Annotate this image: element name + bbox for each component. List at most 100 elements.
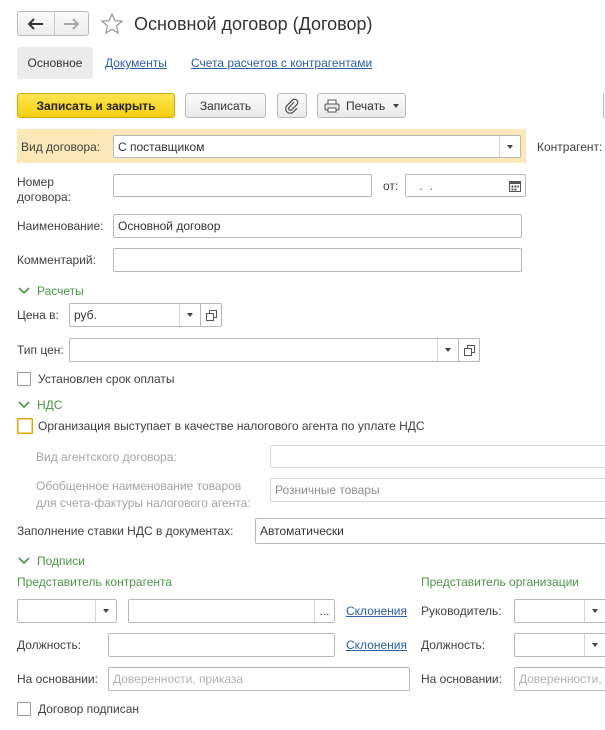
price-in-open-button[interactable] [201,303,222,327]
calendar-icon [509,181,521,192]
page-title: Основной договор (Договор) [134,14,373,34]
price-in-dropdown[interactable] [179,304,200,326]
org-basis-input[interactable]: Доверенности, приказа [514,667,605,691]
name-input[interactable]: Основной договор [113,214,522,238]
open-form-icon [463,344,475,356]
print-label: Печать [346,98,386,113]
counterparty-rep-kind-select[interactable] [17,599,117,623]
save-label: Записать [199,98,252,113]
agent-contract-type-input[interactable] [270,445,605,468]
counterparty-basis-label: На основании: [17,672,98,686]
counterparty-rep-title: Представитель контрагента [17,575,173,589]
price-type-open-button[interactable] [459,338,480,362]
save-button[interactable]: Записать [185,93,266,118]
nav-buttons [17,11,89,36]
agent-contract-type-label: Вид агентского договора: [36,450,177,464]
counterparty-position-input[interactable] [108,633,335,657]
generic-goods-input[interactable]: Розничные товары [270,478,605,502]
chevron-down-icon [103,609,109,613]
tax-agent-checkbox[interactable] [17,418,33,434]
counterparty-rep-kind-dropdown[interactable] [95,600,116,622]
contract-signed-label: Договор подписан [38,702,140,716]
chevron-down-icon [18,401,30,409]
comment-input[interactable] [113,248,522,272]
chevron-down-icon [18,557,30,565]
tab-main-label: Основное [27,56,83,70]
paperclip-icon [285,98,299,114]
tab-documents[interactable]: Документы [105,56,167,70]
name-label: Наименование: [17,219,104,233]
number-label-line1: Номер [17,175,54,189]
settlements-header: Расчеты [37,284,84,298]
org-position-select[interactable] [514,633,605,657]
calendar-button[interactable] [508,179,522,193]
printer-icon [324,99,340,112]
comment-label: Комментарий: [17,253,96,267]
contract-signed-checkbox[interactable] [17,702,31,716]
date-value: . . [416,178,437,193]
org-position-label: Должность: [421,638,486,652]
vat-rate-filling-label: Заполнение ставки НДС в документах: [17,524,234,538]
chevron-down-icon [592,609,598,613]
chevron-down-icon [592,643,598,647]
forward-button[interactable] [54,12,88,35]
counterparty-position-declension-link[interactable]: Склонения [346,638,407,652]
contract-type-label: Вид договора: [21,140,101,154]
chevron-down-icon [445,348,451,352]
chevron-down-icon [187,313,193,317]
vat-section-toggle[interactable]: НДС [17,397,77,413]
vat-header: НДС [37,398,63,412]
vat-rate-filling-input[interactable]: Автоматически [255,518,605,544]
arrow-left-icon [28,17,43,30]
org-position-dropdown[interactable] [584,634,605,656]
organization-rep-title: Представитель организации [421,575,579,589]
price-type-select[interactable] [69,338,459,362]
contract-type-dropdown[interactable] [499,136,520,157]
tab-settlement-accounts[interactable]: Счета расчетов с контрагентами [191,56,372,70]
org-basis-placeholder: Доверенности, приказа [519,672,605,686]
contract-type-value: С поставщиком [118,139,205,154]
org-basis-label: На основании: [421,672,502,686]
number-label-line2: договора: [17,190,72,204]
counterparty-rep-select-button[interactable]: ... [314,600,334,622]
org-head-label: Руководитель: [421,604,502,618]
favorite-button[interactable] [100,12,124,36]
org-head-select[interactable] [514,599,605,623]
vat-rate-filling-value: Автоматически [260,524,344,538]
counterparty-position-label: Должность: [17,638,82,652]
chevron-down-icon [18,287,30,295]
select-dots: ... [319,604,330,618]
price-in-value: руб. [74,308,97,322]
chevron-down-icon [507,144,513,149]
print-button[interactable]: Печать [317,93,406,118]
counterparty-label: Контрагент: [537,140,603,154]
date-input[interactable]: . . [405,174,526,197]
number-input[interactable] [113,174,372,197]
price-type-dropdown[interactable] [437,339,458,361]
back-button[interactable] [18,12,55,35]
counterparty-basis-placeholder: Доверенности, приказа [113,672,244,686]
contract-type-select[interactable]: С поставщиком [113,135,521,158]
settlements-section-toggle[interactable]: Расчеты [17,283,107,299]
signatures-header: Подписи [37,554,85,568]
name-value: Основной договор [118,219,221,233]
payment-term-label: Установлен срок оплаты [38,372,175,386]
chevron-down-icon [393,103,400,108]
date-label: от: [383,179,399,193]
counterparty-rep-declension-link[interactable]: Склонения [346,604,407,618]
open-form-icon [205,309,217,321]
save-and-close-button[interactable]: Записать и закрыть [17,93,175,118]
price-type-label: Тип цен: [17,343,64,357]
arrow-right-icon [64,17,79,30]
generic-goods-label-line1: Обобщенное наименование товаров [36,479,242,493]
tab-main[interactable]: Основное [17,47,93,79]
signatures-section-toggle[interactable]: Подписи [17,553,97,569]
generic-goods-label-line2: для счета-фактуры налогового агента: [36,496,251,510]
price-in-label: Цена в: [17,308,59,322]
counterparty-basis-input[interactable]: Доверенности, приказа [108,667,410,691]
attach-button[interactable] [277,93,307,118]
counterparty-rep-person-input[interactable]: ... [128,599,335,623]
org-head-dropdown[interactable] [584,600,605,622]
payment-term-checkbox[interactable] [17,372,31,386]
price-in-select[interactable]: руб. [69,303,201,327]
